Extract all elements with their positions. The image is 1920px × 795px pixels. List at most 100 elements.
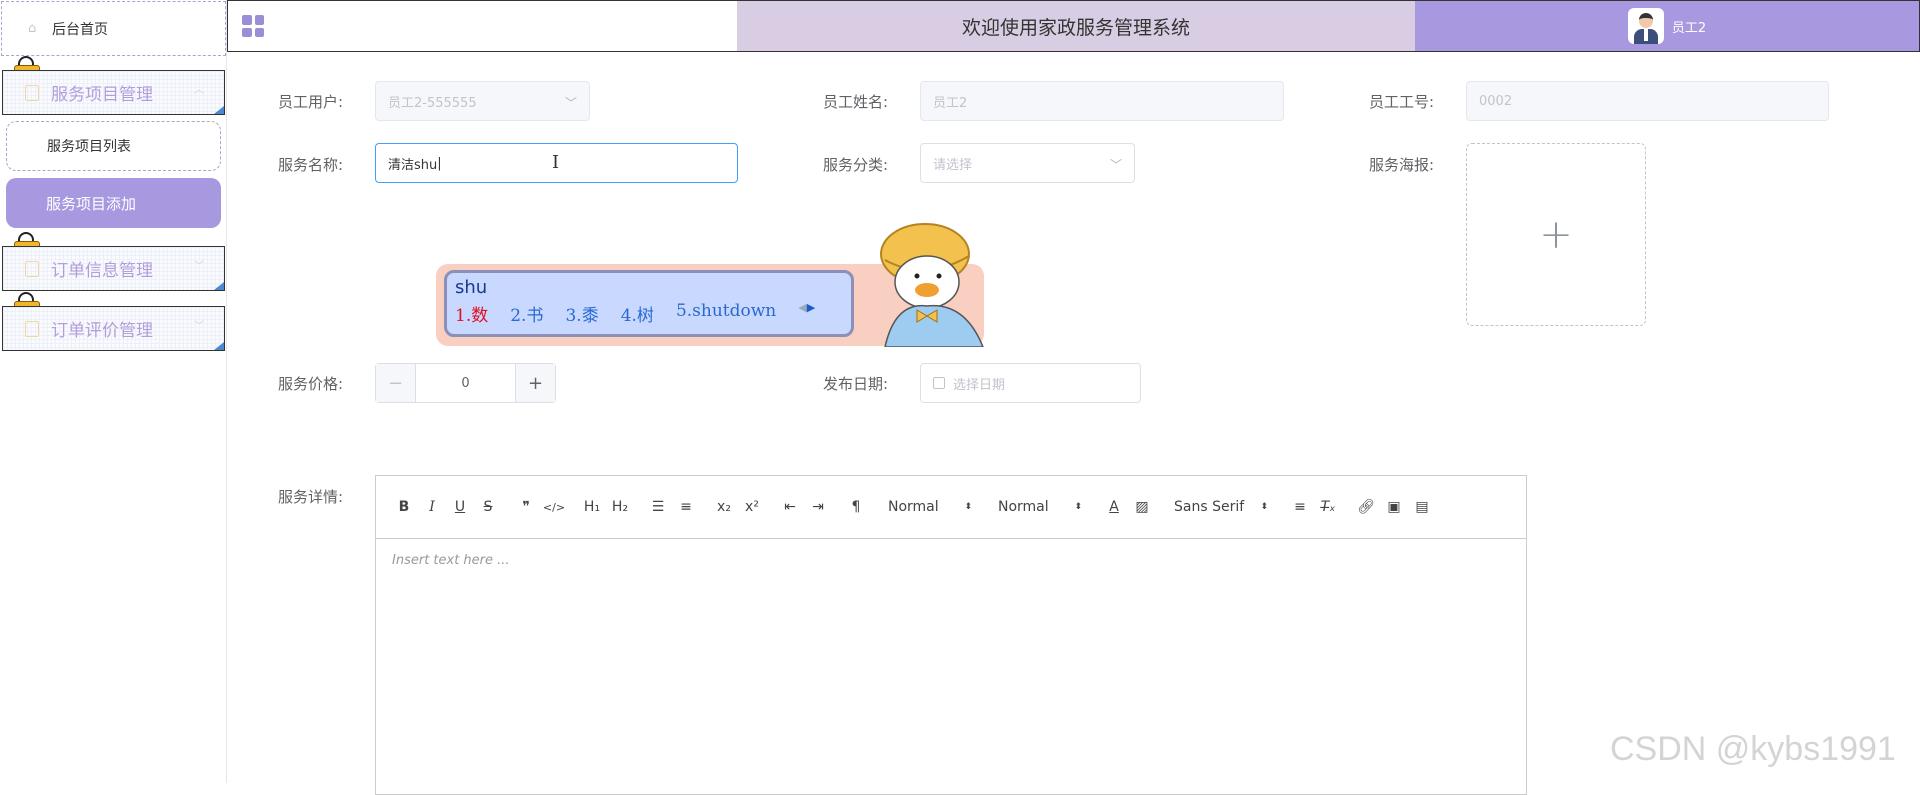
header-picker-value: Normal — [888, 499, 939, 515]
price-stepper[interactable]: − 0 + — [375, 363, 556, 403]
updown-icon: ⬍ — [964, 502, 972, 512]
top-header: 欢迎使用家政服务管理系统 员工2 — [227, 0, 1920, 52]
ime-candidate[interactable]: 1.数 — [455, 301, 488, 326]
strike-icon[interactable]: S — [474, 495, 502, 519]
chevron-down-icon: ﹀ — [1109, 158, 1122, 172]
employee-user-select[interactable]: 员工2-555555 ﹀ — [375, 81, 590, 121]
underline-icon[interactable]: U — [446, 495, 474, 519]
editor-placeholder: Insert text here ... — [392, 553, 510, 568]
size-picker[interactable]: Normal ⬍ — [990, 495, 1090, 519]
service-category-label: 服务分类: — [822, 156, 888, 174]
watermark: CSDN @kybs1991 — [1610, 730, 1896, 768]
updown-icon: ⬍ — [1260, 502, 1268, 512]
employee-no-field[interactable]: 0002 — [1466, 81, 1829, 121]
updown-icon: ⬍ — [1074, 502, 1082, 512]
employee-no-label: 员工工号: — [1368, 93, 1434, 111]
price-value[interactable]: 0 — [416, 364, 515, 402]
calendar-icon — [933, 377, 945, 389]
employee-name-value: 员工2 — [933, 95, 968, 111]
chevron-down-icon: ﹀ — [194, 321, 204, 332]
ime-candidate[interactable]: 4.树 — [621, 301, 654, 326]
text-cursor-icon: I — [552, 152, 560, 173]
user-menu[interactable]: 员工2 — [1415, 1, 1919, 51]
rich-text-editor: B I U S ❞ </> H₁ H₂ ☰ ≡ x₂ x² ⇤ ⇥ ¶ Norm… — [375, 475, 1527, 795]
service-category-select[interactable]: 请选择 ﹀ — [920, 143, 1135, 183]
user-name: 员工2 — [1671, 20, 1707, 36]
clear-format-icon[interactable]: T̶ₓ — [1314, 495, 1342, 519]
sidebar-group-service-items[interactable]: 服务项目管理 ︿ — [2, 70, 225, 115]
publish-date-label: 发布日期: — [822, 375, 888, 393]
link-icon[interactable]: 🔗︎ — [1352, 495, 1380, 519]
avatar — [1627, 8, 1664, 44]
plus-icon: + — [1539, 211, 1573, 258]
sidebar-group-order-review[interactable]: 订单评价管理 ﹀ — [2, 306, 225, 351]
employee-no-value: 0002 — [1479, 93, 1513, 109]
code-block-icon[interactable]: </> — [540, 495, 568, 519]
text-direction-icon[interactable]: ¶ — [842, 495, 870, 519]
header-2-icon[interactable]: H₂ — [606, 495, 634, 519]
chevron-up-icon: ︿ — [194, 85, 204, 96]
sidebar-item-label: 服务项目列表 — [47, 139, 131, 155]
sidebar: ⌂ 后台首页 服务项目管理 ︿ 服务项目列表 服务项目添加 订单信息管理 ﹀ 订… — [0, 0, 227, 783]
menu-grid-icon[interactable] — [242, 15, 264, 37]
bullet-list-icon[interactable]: ≡ — [672, 495, 700, 519]
sidebar-group-label: 订单信息管理 — [51, 261, 153, 281]
header-picker[interactable]: Normal ⬍ — [880, 495, 980, 519]
sidebar-item-home[interactable]: ⌂ 后台首页 — [1, 1, 226, 56]
align-icon[interactable]: ≡ — [1286, 495, 1314, 519]
publish-date-placeholder: 选择日期 — [953, 377, 1006, 393]
ime-candidate[interactable]: 2.书 — [510, 301, 543, 326]
ime-candidate[interactable]: 3.黍 — [565, 301, 598, 326]
indent-icon[interactable]: ⇥ — [804, 495, 832, 519]
employee-user-value: 员工2-555555 — [388, 95, 477, 111]
service-detail-label: 服务详情: — [277, 488, 343, 506]
service-price-label: 服务价格: — [277, 375, 343, 393]
sidebar-group-order-info[interactable]: 订单信息管理 ﹀ — [2, 246, 225, 291]
page-next-icon[interactable]: ▶ — [807, 301, 815, 314]
sidebar-item-service-add[interactable]: 服务项目添加 — [6, 178, 221, 228]
publish-date-picker[interactable]: 选择日期 — [920, 363, 1141, 403]
document-icon — [25, 84, 39, 101]
font-picker[interactable]: Sans Serif ⬍ — [1166, 495, 1276, 519]
decrement-button[interactable]: − — [376, 364, 416, 402]
header-1-icon[interactable]: H₁ — [578, 495, 606, 519]
background-color-icon[interactable]: ▨ — [1128, 495, 1156, 519]
document-icon — [25, 260, 39, 277]
page-prev-icon[interactable]: ◀ — [798, 301, 806, 314]
service-poster-label: 服务海报: — [1368, 156, 1434, 174]
ordered-list-icon[interactable]: ☰ — [644, 495, 672, 519]
subscript-icon[interactable]: x₂ — [710, 495, 738, 519]
poster-upload-button[interactable]: + — [1466, 143, 1646, 326]
page-title: 欢迎使用家政服务管理系统 — [737, 1, 1415, 51]
sidebar-item-label: 服务项目添加 — [46, 194, 137, 213]
service-name-value: 清洁shu — [388, 157, 438, 173]
home-icon: ⌂ — [28, 20, 37, 36]
page-corner-icon — [214, 342, 224, 350]
editor-content-area[interactable]: Insert text here ... — [376, 539, 1526, 582]
ime-candidate[interactable]: 5.shutdown — [676, 301, 776, 326]
font-color-icon[interactable]: A — [1100, 495, 1128, 519]
blockquote-icon[interactable]: ❞ — [512, 495, 540, 519]
sidebar-item-service-list[interactable]: 服务项目列表 — [6, 121, 221, 171]
video-icon[interactable]: ▤ — [1408, 495, 1436, 519]
outdent-icon[interactable]: ⇤ — [776, 495, 804, 519]
sidebar-item-label: 后台首页 — [52, 21, 108, 38]
employee-user-label: 员工用户: — [277, 93, 343, 111]
employee-name-label: 员工姓名: — [822, 93, 888, 111]
ime-input-text: shu — [455, 277, 488, 298]
page-corner-icon — [214, 106, 224, 114]
employee-name-field[interactable]: 员工2 — [920, 81, 1284, 121]
page-corner-icon — [214, 282, 224, 290]
service-name-label: 服务名称: — [277, 156, 343, 174]
font-picker-value: Sans Serif — [1174, 499, 1245, 515]
superscript-icon[interactable]: x² — [738, 495, 766, 519]
chevron-down-icon: ﹀ — [194, 261, 204, 272]
size-picker-value: Normal — [998, 499, 1049, 515]
ime-candidate-window: shu 1.数 2.书 3.黍 4.树 5.shutdown ◀▶ — [444, 270, 854, 337]
duck-mascot-icon — [880, 223, 984, 347]
bold-icon[interactable]: B — [390, 495, 418, 519]
image-icon[interactable]: ▣ — [1380, 495, 1408, 519]
chevron-down-icon: ﹀ — [564, 96, 577, 110]
italic-icon[interactable]: I — [418, 495, 446, 519]
increment-button[interactable]: + — [515, 364, 555, 402]
